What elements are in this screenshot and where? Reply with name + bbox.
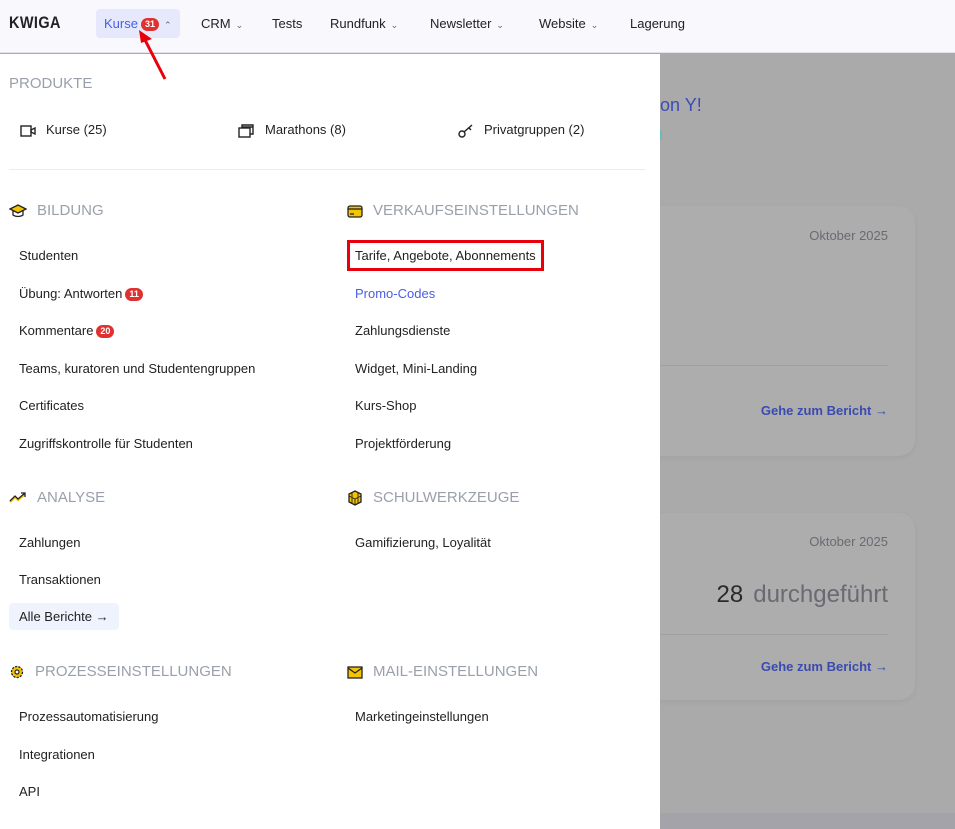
menu-item-tarife[interactable]: Tarife, Angebote, Abonnements bbox=[347, 240, 544, 271]
nav-lagerung[interactable]: Lagerung bbox=[622, 9, 693, 38]
page-greeting: on Y! bbox=[660, 95, 702, 115]
section-title-schulwerkzeuge: SCHULWERKZEUGE bbox=[347, 489, 519, 506]
menu-item-projektfoerderung[interactable]: Projektförderung bbox=[355, 436, 451, 451]
menu-item-privatgruppen[interactable]: Privatgruppen (2) bbox=[458, 122, 584, 138]
menu-item-zugriffskontrolle[interactable]: Zugriffskontrolle für Studenten bbox=[19, 436, 193, 451]
report-link[interactable]: Gehe zum Bericht → bbox=[761, 659, 888, 674]
chevron-down-icon: ⌄ bbox=[390, 20, 399, 30]
chevron-down-icon: ⌄ bbox=[235, 20, 244, 30]
menu-item-marketingeinstellungen[interactable]: Marketingeinstellungen bbox=[355, 709, 489, 724]
nav-tests[interactable]: Tests bbox=[264, 9, 310, 38]
card-date: Oktober 2025 bbox=[809, 534, 888, 549]
annotation-arrow-icon bbox=[139, 30, 167, 80]
chevron-down-icon: ⌄ bbox=[590, 20, 599, 30]
section-title-prozess: PROZESSEINSTELLUNGEN bbox=[9, 663, 232, 680]
menu-item-uebung-antworten[interactable]: Übung: Antworten 11 bbox=[19, 286, 143, 302]
menu-item-studenten[interactable]: Studenten bbox=[19, 248, 78, 263]
label: Kurse (25) bbox=[46, 122, 107, 137]
chevron-up-icon: ⌃ bbox=[163, 20, 172, 30]
value-number: 28 bbox=[716, 581, 744, 608]
divider bbox=[9, 169, 645, 170]
menu-item-transaktionen[interactable]: Transaktionen bbox=[19, 572, 101, 587]
nav-label: Rundfunk bbox=[330, 16, 386, 31]
card-date: Oktober 2025 bbox=[809, 228, 888, 243]
menu-item-kommentare[interactable]: Kommentare 20 bbox=[19, 323, 115, 339]
label: BILDUNG bbox=[37, 202, 104, 219]
nav-label: Newsletter bbox=[430, 16, 492, 31]
graduation-cap-icon bbox=[9, 204, 27, 218]
credit-card-icon bbox=[347, 204, 363, 218]
label: Übung: Antworten bbox=[19, 286, 123, 301]
logo[interactable]: KWIGA bbox=[9, 13, 61, 33]
key-icon bbox=[458, 124, 473, 138]
nav-newsletter[interactable]: Newsletter ⌄ bbox=[422, 9, 512, 38]
menu-item-integrationen[interactable]: Integrationen bbox=[19, 747, 95, 762]
count-badge: 11 bbox=[125, 288, 143, 302]
footer-bar bbox=[660, 813, 955, 829]
menu-item-zahlungen[interactable]: Zahlungen bbox=[19, 535, 80, 550]
nav-rundfunk[interactable]: Rundfunk ⌄ bbox=[322, 9, 406, 38]
section-title-mail: MAIL-EINSTELLUNGEN bbox=[347, 663, 538, 680]
nav-label: Website bbox=[539, 16, 586, 31]
menu-item-promo-codes[interactable]: Promo-Codes bbox=[355, 286, 435, 301]
card-value: 28 durchgeführt bbox=[717, 581, 888, 609]
trending-up-icon bbox=[9, 492, 26, 503]
section-title-analyse: ANALYSE bbox=[9, 489, 105, 506]
kurse-dropdown-menu: PRODUKTE Kurse (25) Marathons (8) Privat… bbox=[0, 54, 660, 829]
video-icon bbox=[20, 124, 36, 137]
label: Privatgruppen (2) bbox=[484, 122, 585, 137]
decoration bbox=[660, 130, 662, 140]
all-reports-button[interactable]: Alle Berichte → bbox=[9, 603, 119, 630]
count-badge: 20 bbox=[96, 325, 115, 339]
label: PROZESSEINSTELLUNGEN bbox=[35, 663, 232, 680]
gear-icon bbox=[10, 665, 24, 679]
mail-icon bbox=[347, 665, 363, 679]
section-title-produkte: PRODUKTE bbox=[9, 75, 93, 92]
menu-item-teams[interactable]: Teams, kuratoren und Studentengruppen bbox=[19, 361, 255, 376]
label: SCHULWERKZEUGE bbox=[373, 489, 520, 506]
nav-label: Tests bbox=[272, 16, 303, 31]
section-title-bildung: BILDUNG bbox=[9, 202, 104, 219]
label: ANALYSE bbox=[37, 489, 106, 506]
nav-label: Lagerung bbox=[630, 16, 685, 31]
nav-website[interactable]: Website ⌄ bbox=[531, 9, 606, 38]
menu-item-widget[interactable]: Widget, Mini-Landing bbox=[355, 361, 477, 376]
menu-item-gamifizierung[interactable]: Gamifizierung, Loyalität bbox=[355, 535, 491, 550]
menu-item-prozessautomatisierung[interactable]: Prozessautomatisierung bbox=[19, 709, 158, 724]
nav-label: CRM bbox=[201, 16, 231, 31]
stack-icon bbox=[238, 124, 254, 138]
menu-item-kurs-shop[interactable]: Kurs-Shop bbox=[355, 398, 416, 413]
label: Marathons (8) bbox=[265, 122, 346, 137]
label: MAIL-EINSTELLUNGEN bbox=[373, 663, 539, 680]
menu-item-zahlungsdienste[interactable]: Zahlungsdienste bbox=[355, 323, 450, 338]
menu-item-marathons[interactable]: Marathons (8) bbox=[238, 122, 346, 138]
menu-item-api[interactable]: API bbox=[19, 784, 40, 799]
menu-item-kurse[interactable]: Kurse (25) bbox=[20, 122, 107, 138]
nav-crm[interactable]: CRM ⌄ bbox=[193, 9, 251, 38]
label: VERKAUFSEINSTELLUNGEN bbox=[373, 202, 579, 219]
chevron-down-icon: ⌄ bbox=[496, 20, 504, 30]
cube-icon bbox=[348, 490, 362, 506]
value-label: durchgeführt bbox=[753, 581, 888, 608]
section-title-verkauf: VERKAUFSEINSTELLUNGEN bbox=[347, 202, 579, 219]
nav-label: Kurse bbox=[104, 16, 138, 31]
report-link[interactable]: Gehe zum Bericht → bbox=[761, 403, 888, 418]
menu-item-certificates[interactable]: Certificates bbox=[19, 398, 84, 413]
label: Kommentare bbox=[19, 323, 94, 338]
